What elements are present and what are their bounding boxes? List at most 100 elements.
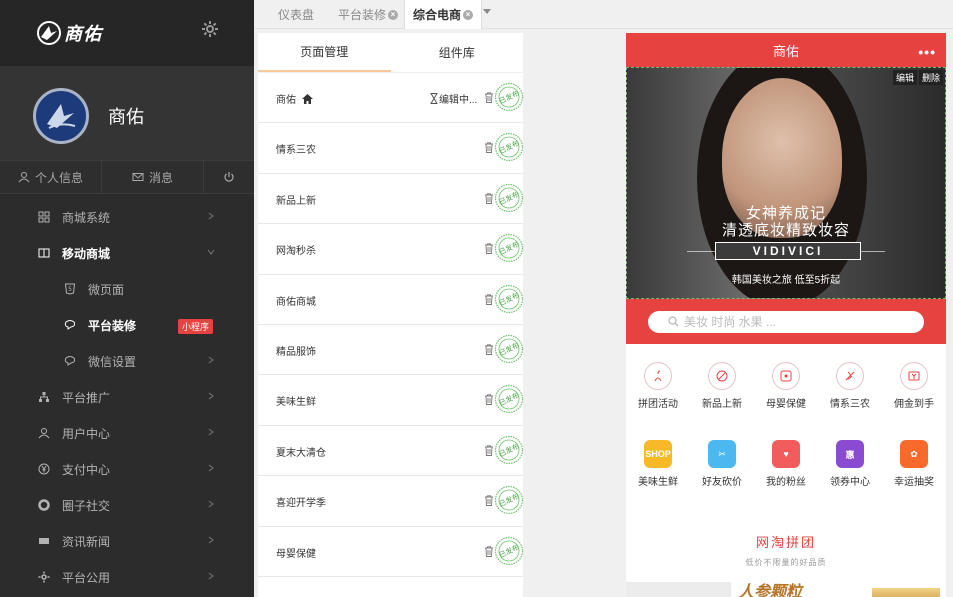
trash-icon[interactable] [484, 445, 494, 456]
close-icon[interactable]: × [388, 9, 399, 20]
editing-status[interactable]: 编辑中... [430, 91, 477, 106]
tab-page-management[interactable]: 页面管理 [258, 33, 391, 72]
page-name: 商佑 [276, 95, 296, 106]
sidebar-item-wechat-settings[interactable]: 微信设置 [0, 343, 254, 379]
sidebar-item-social[interactable]: 圈子社交 [0, 487, 254, 523]
icon-row: SHOP 美味生鲜 ✂ 好友砍价 ♥ 我的粉丝 惠领券中心 ✿ 幸运抽奖 [626, 440, 946, 518]
trash-icon[interactable] [484, 92, 494, 103]
page-name-wrap: 夏末大清仓 [276, 444, 326, 459]
sidebar-item-user-center[interactable]: 用户中心 [0, 415, 254, 451]
page-row[interactable]: 夏末大清仓 已发布 [258, 426, 524, 477]
phone-title: 商佑 [772, 43, 799, 59]
group-buy-title: 网淘拼团 [755, 535, 816, 550]
nav-icon-cell[interactable]: 拼团活动 [626, 362, 690, 440]
home-icon [302, 93, 313, 104]
sidebar-item-news[interactable]: 资讯新闻 [0, 523, 254, 559]
sidebar-item-platform-decor[interactable]: 平台装修 小程序 [0, 307, 254, 343]
page-row[interactable]: 新品上新 已发布 [258, 174, 524, 225]
page-row[interactable]: 喜迎开学季 已发布 [258, 476, 524, 527]
page-name: 商佑商城 [276, 296, 316, 308]
nav-icon-cell[interactable]: 情系三农 [818, 362, 882, 440]
banner-subheadline: 清透底妆精致妆容 [721, 222, 850, 239]
page-name-wrap: 新品上新 [276, 192, 316, 207]
product-image[interactable] [872, 588, 940, 597]
nav-icon-label: 母婴保健 [766, 399, 806, 410]
tab-platform-decor[interactable]: 平台装修 × [338, 0, 399, 29]
page-name-wrap: 商佑 [276, 91, 313, 106]
tab-component-library[interactable]: 组件库 [391, 33, 524, 72]
trash-icon[interactable] [484, 243, 494, 255]
published-stamp-icon: 已发布 [494, 385, 524, 414]
published-stamp-icon: 已发布 [494, 486, 524, 515]
sidebar-item-label: 微信设置 [88, 354, 137, 369]
gear-icon[interactable] [202, 21, 218, 37]
chat-bubble-icon [64, 319, 76, 331]
nav-icon-cell[interactable]: 惠领券中心 [818, 440, 882, 518]
trash-icon[interactable] [484, 142, 494, 154]
nav-icon-cell[interactable]: ✿ 幸运抽奖 [882, 440, 946, 518]
chevron-right-icon [208, 212, 214, 220]
nav-icon-cell[interactable]: ✂ 好友砍价 [690, 440, 754, 518]
logo-avatar-icon [47, 104, 76, 129]
nav-icon-label: 美味生鲜 [638, 477, 678, 488]
nav-icon-cell[interactable]: ♥ 我的粉丝 [754, 440, 818, 518]
page-name: 美味生鲜 [276, 397, 316, 409]
nav-icon-grid: 拼团活动 新品上新 母婴保健 情系三农 佣金到手 SHOP 美味生鲜 ✂ 好友砍价 ♥ 我的粉丝 惠… [626, 344, 946, 518]
logout-button[interactable] [204, 161, 254, 193]
sidebar-item-payment[interactable]: 支付中心 [0, 451, 254, 487]
tab-ecommerce[interactable]: 综合电商 × [404, 0, 483, 29]
trash-icon[interactable] [484, 193, 494, 204]
page-row[interactable]: 网淘秒杀 已发布 [258, 224, 524, 275]
nav-icon-cell[interactable]: SHOP 美味生鲜 [626, 440, 690, 518]
svg-text:5: 5 [68, 286, 72, 293]
product-image[interactable] [626, 582, 731, 597]
search-icon [668, 316, 679, 327]
page-row[interactable]: 美味生鲜 已发布 [258, 375, 524, 426]
sidebar-item-label: 微页面 [88, 282, 125, 297]
sidebar-item-micro-page[interactable]: 5 微页面 [0, 271, 254, 307]
chevron-right-icon [208, 572, 214, 580]
chevron-right-icon [208, 356, 214, 364]
mail-icon [132, 173, 144, 181]
trash-icon[interactable] [484, 293, 494, 305]
sidebar-item-common[interactable]: 平台公用 [0, 559, 254, 595]
nav-icon-cell[interactable]: 佣金到手 [882, 362, 946, 440]
sidebar-item-label: 用户中心 [62, 426, 111, 441]
icon-row: 拼团活动 新品上新 母婴保健 情系三农 佣金到手 [626, 362, 946, 440]
page-row[interactable]: 母婴保健 已发布 [258, 527, 524, 577]
tab-messages[interactable]: 消息 [102, 161, 204, 193]
chevron-right-icon [208, 464, 214, 472]
banner-brand: VIDIVICI [715, 242, 861, 260]
logo[interactable]: 商佑 [36, 20, 102, 46]
page-name-wrap: 商佑商城 [276, 293, 316, 308]
trash-icon[interactable] [484, 344, 494, 355]
page-row[interactable]: 精品服饰 已发布 [258, 325, 524, 376]
sidebar-item-mall-system[interactable]: 商城系统 [0, 199, 254, 235]
nav-icon-cell[interactable]: 新品上新 [690, 362, 754, 440]
banner-image[interactable]: 编辑 删除 女神养成记 清透底妆精致妆容 VIDIVICI 韩国美妆之旅 低至5… [626, 67, 946, 299]
edit-button[interactable]: 编辑 [892, 70, 917, 85]
trash-icon[interactable] [484, 545, 494, 557]
sidebar-tabs: 个人信息 消息 [0, 160, 254, 194]
tab-label: 平台装修 [338, 8, 387, 22]
page-row[interactable]: 商佑商城 已发布 [258, 275, 524, 325]
tabs-dropdown-icon[interactable] [483, 9, 491, 15]
profile-name: 商佑 [108, 107, 144, 127]
sidebar-item-label: 平台装修 [88, 318, 137, 333]
page-row[interactable]: 商佑 编辑中... 已发布 [258, 73, 524, 124]
tab-dashboard[interactable]: 仪表盘 [278, 0, 314, 29]
search-input[interactable]: 美妆 时尚 水果 ... [648, 310, 924, 333]
sidebar-item-promotion[interactable]: 平台推广 [0, 379, 254, 415]
group-buy-section: 网淘拼团 低价不限量的好品质 [626, 518, 946, 576]
avatar[interactable] [33, 88, 89, 144]
more-icon[interactable]: ••• [918, 44, 936, 60]
logo-icon [37, 21, 61, 45]
trash-icon[interactable] [484, 495, 494, 507]
delete-button[interactable]: 删除 [918, 70, 943, 85]
close-icon[interactable]: × [463, 9, 474, 20]
page-row[interactable]: 情系三农 已发布 [258, 123, 524, 174]
nav-icon-cell[interactable]: 母婴保健 [754, 362, 818, 440]
sidebar-item-mobile-mall[interactable]: 移动商城 [0, 235, 254, 271]
trash-icon[interactable] [484, 394, 494, 406]
tab-profile[interactable]: 个人信息 [0, 161, 102, 193]
